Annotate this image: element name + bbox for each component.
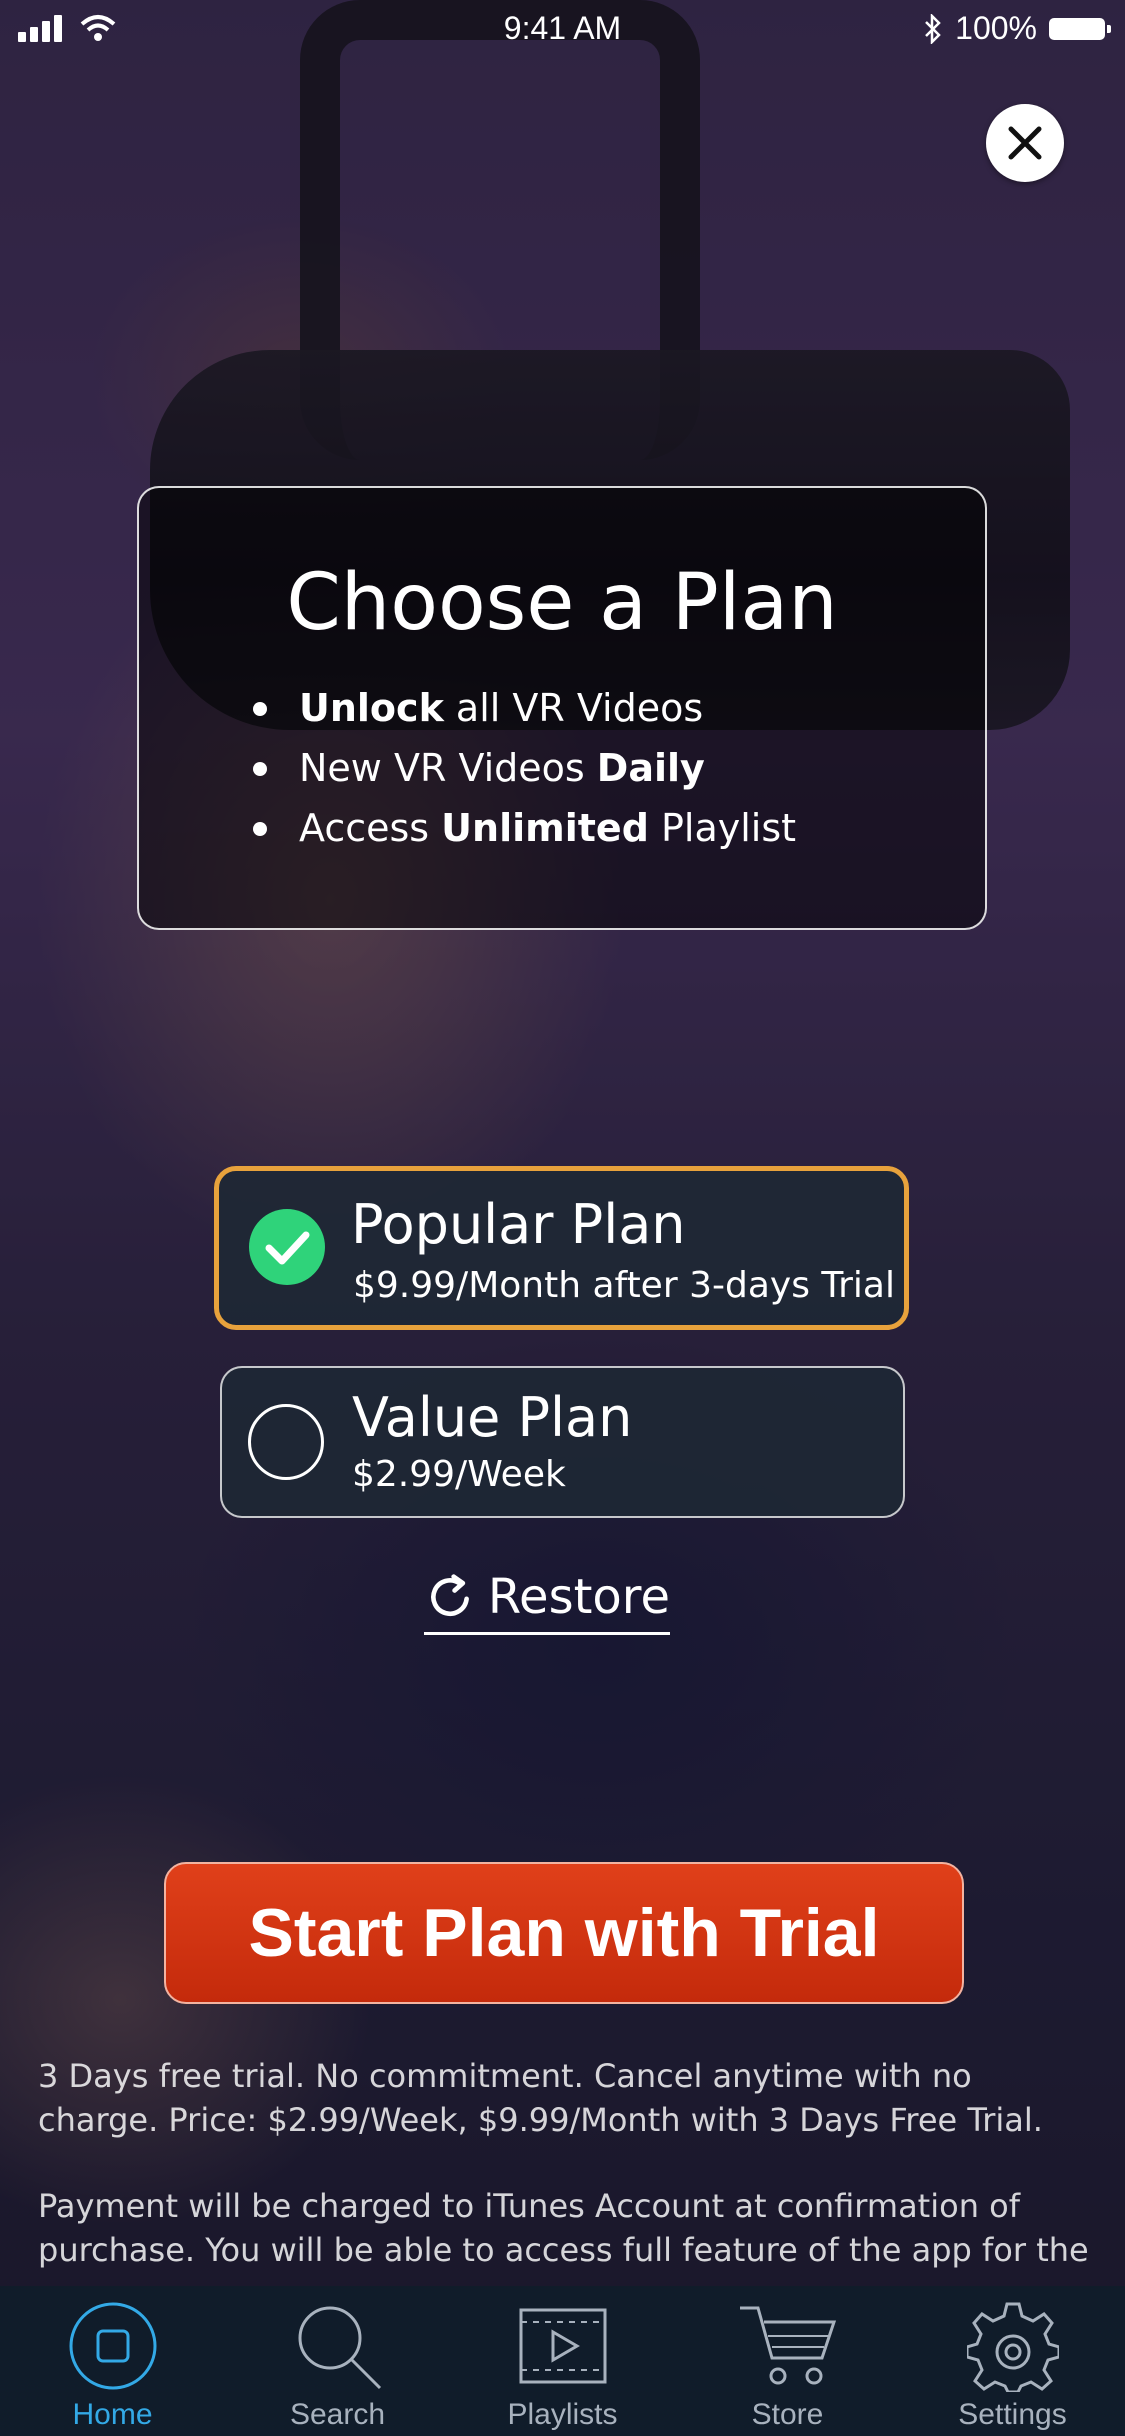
legal-paragraph: Payment will be charged to iTunes Accoun… bbox=[38, 2187, 1089, 2269]
feature-emphasis: Daily bbox=[596, 746, 705, 790]
gear-icon bbox=[963, 2296, 1063, 2396]
feature-text: New VR Videos bbox=[299, 746, 597, 790]
bullet-icon bbox=[253, 702, 267, 716]
plan-price: $2.99/Week bbox=[352, 1454, 566, 1495]
feature-emphasis: Unlimited bbox=[441, 806, 649, 850]
tab-settings[interactable]: Settings bbox=[900, 2286, 1125, 2432]
feature-text: Access bbox=[299, 806, 442, 850]
cta-label: Start Plan with Trial bbox=[248, 1895, 880, 1971]
value-plan-option[interactable]: Value Plan $2.99/Week bbox=[220, 1366, 905, 1518]
tab-label: Store bbox=[751, 2398, 824, 2431]
start-trial-button[interactable]: Start Plan with Trial bbox=[164, 1862, 964, 2004]
legal-paragraph: 3 Days free trial. No commitment. Cancel… bbox=[38, 2057, 1043, 2139]
battery-icon bbox=[1049, 17, 1111, 40]
home-icon bbox=[63, 2296, 163, 2396]
feature-item: Access Unlimited Playlist bbox=[253, 798, 797, 858]
search-icon bbox=[288, 2296, 388, 2396]
legal-text: 3 Days free trial. No commitment. Cancel… bbox=[38, 2054, 1098, 2314]
tab-label: Playlists bbox=[507, 2398, 618, 2431]
plan-price: $9.99/Month after 3-days Trial bbox=[353, 1265, 895, 1306]
tab-playlists[interactable]: Playlists bbox=[450, 2286, 675, 2432]
feature-text: all VR Videos bbox=[443, 686, 704, 730]
playlists-icon bbox=[513, 2296, 613, 2396]
plan-name: Value Plan bbox=[352, 1386, 633, 1449]
tab-store[interactable]: Store bbox=[675, 2286, 900, 2432]
radio-unselected[interactable] bbox=[248, 1404, 324, 1480]
feature-emphasis: Unlock bbox=[299, 686, 444, 730]
battery-percent: 100% bbox=[955, 10, 1037, 46]
plan-name: Popular Plan bbox=[351, 1193, 686, 1256]
refresh-icon bbox=[431, 1574, 469, 1616]
restore-label: Restore bbox=[487, 1569, 670, 1625]
restore-button[interactable]: Restore bbox=[424, 1562, 670, 1635]
close-icon bbox=[1008, 126, 1042, 160]
page-title: Choose a Plan bbox=[286, 558, 838, 648]
radio-selected[interactable] bbox=[249, 1209, 325, 1285]
status-bar: 9:41 AM 100% bbox=[0, 0, 1125, 60]
subscription-screen: 9:41 AM 100% Choose a Plan Unlock all VR… bbox=[0, 0, 1125, 2436]
popular-plan-option[interactable]: Popular Plan $9.99/Month after 3-days Tr… bbox=[214, 1166, 909, 1330]
tab-search[interactable]: Search bbox=[225, 2286, 450, 2432]
bluetooth-icon bbox=[925, 13, 941, 44]
tab-label: Home bbox=[72, 2398, 153, 2431]
bullet-icon bbox=[253, 822, 267, 836]
feature-item: Unlock all VR Videos bbox=[253, 678, 796, 738]
status-right: 100% bbox=[923, 10, 1111, 47]
plan-info-card: Choose a Plan Unlock all VR Videos New V… bbox=[137, 486, 987, 930]
tab-label: Settings bbox=[958, 2398, 1067, 2431]
feature-text: Playlist bbox=[648, 806, 797, 850]
tab-bar: Home Search Playlists Store Settings bbox=[0, 2286, 1125, 2436]
tab-home[interactable]: Home bbox=[0, 2286, 225, 2432]
feature-list: Unlock all VR Videos New VR Videos Daily… bbox=[253, 678, 797, 858]
tab-label: Search bbox=[289, 2398, 386, 2431]
bullet-icon bbox=[253, 762, 267, 776]
cart-icon bbox=[738, 2296, 838, 2396]
feature-item: New VR Videos Daily bbox=[253, 738, 796, 798]
check-icon bbox=[265, 1231, 310, 1265]
close-button[interactable] bbox=[986, 104, 1064, 182]
